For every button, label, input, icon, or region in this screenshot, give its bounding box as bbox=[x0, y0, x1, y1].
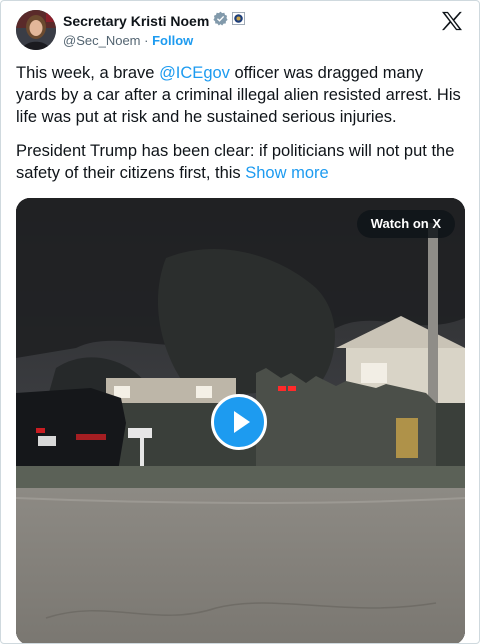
verified-badge-icon bbox=[213, 11, 228, 31]
tweet-paragraph-2: President Trump has been clear: if polit… bbox=[16, 142, 455, 182]
x-logo-icon[interactable] bbox=[441, 11, 463, 31]
tweet-text: This week, a brave @ICEgov officer was d… bbox=[16, 62, 466, 196]
mention-link[interactable]: @ICEgov bbox=[159, 64, 230, 82]
tweet-paragraph-1: This week, a brave @ICEgov officer was d… bbox=[16, 64, 461, 126]
author-handle-row: @Sec_Noem · Follow bbox=[63, 33, 193, 48]
avatar[interactable] bbox=[16, 10, 56, 50]
separator: · bbox=[144, 33, 149, 48]
tweet-card[interactable]: Secretary Kristi Noem @Sec_Noem · Follow bbox=[0, 0, 480, 644]
show-more-link[interactable]: Show more bbox=[245, 164, 328, 182]
author-name-row: Secretary Kristi Noem bbox=[63, 11, 246, 31]
author-handle[interactable]: @Sec_Noem bbox=[63, 33, 141, 48]
watch-on-x-button[interactable]: Watch on X bbox=[356, 210, 455, 238]
author-display-name[interactable]: Secretary Kristi Noem bbox=[63, 13, 209, 29]
video-player[interactable]: Watch on X bbox=[16, 198, 465, 643]
government-seal-icon bbox=[232, 12, 246, 30]
follow-button[interactable]: Follow bbox=[152, 33, 193, 48]
play-button[interactable] bbox=[211, 394, 267, 450]
play-icon bbox=[234, 411, 250, 433]
